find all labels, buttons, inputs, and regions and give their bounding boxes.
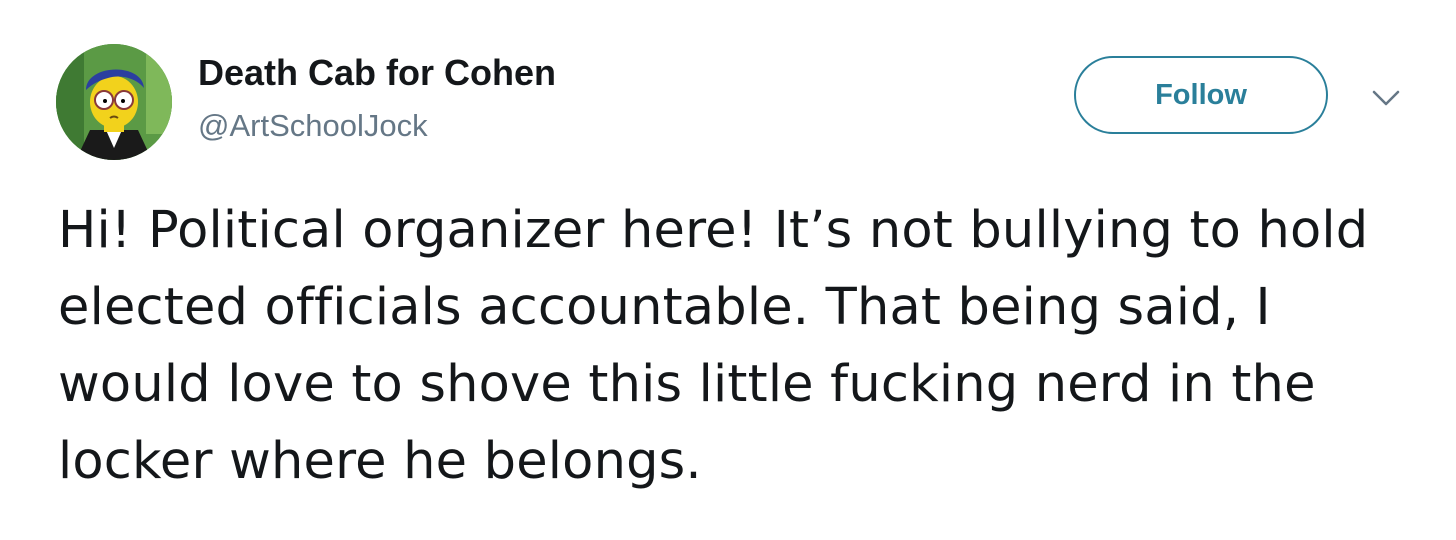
cartoon-avatar-image [56,44,172,160]
avatar[interactable] [56,44,172,160]
tweet-card: Death Cab for Cohen @ArtSchoolJock Follo… [0,0,1456,540]
follow-button[interactable]: Follow [1074,56,1328,134]
user-handle[interactable]: @ArtSchoolJock [198,108,428,144]
display-name[interactable]: Death Cab for Cohen [198,52,556,94]
chevron-down-icon[interactable] [1368,86,1404,110]
tweet-text: Hi! Political organizer here! It’s not b… [58,201,1369,491]
